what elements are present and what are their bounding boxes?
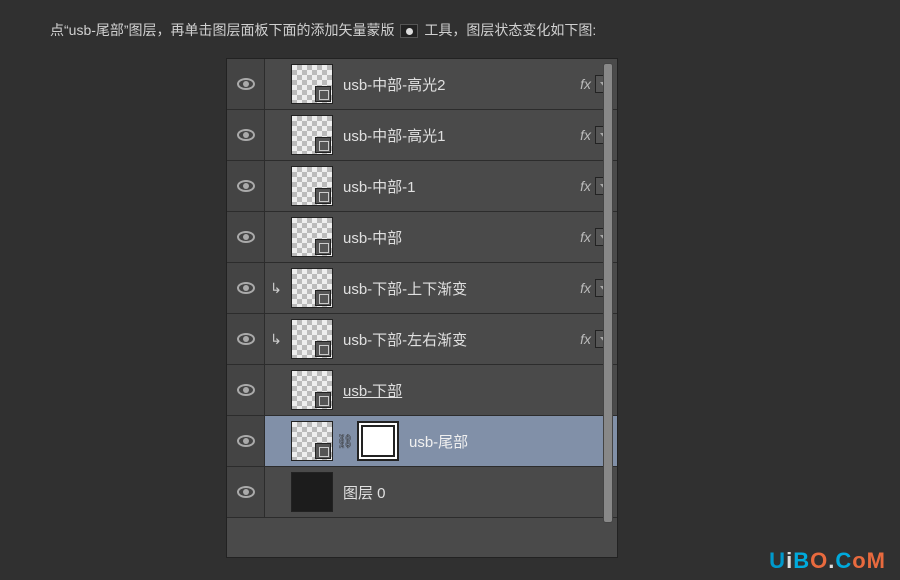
vector-badge-icon (315, 188, 331, 204)
eye-icon (237, 78, 255, 90)
clip-indicator (265, 59, 287, 109)
clip-indicator (265, 416, 287, 466)
instruction-part2: 工具，图层状态变化如下图: (424, 22, 596, 38)
fx-label: fx (580, 229, 595, 245)
layers-panel: usb-中部-高光2fxusb-中部-高光1fxusb-中部-1fxusb-中部… (226, 58, 618, 558)
layer-name-label[interactable]: usb-下部 (333, 380, 617, 401)
eye-icon (237, 180, 255, 192)
layer-thumbnail[interactable] (291, 370, 333, 410)
vector-badge-icon (315, 290, 331, 306)
panel-scrollbar[interactable] (603, 63, 613, 523)
layer-row[interactable]: ↳ usb-下部-左右渐变fx (227, 314, 617, 365)
vector-badge-icon (315, 392, 331, 408)
instruction-part1: 点“usb-尾部”图层，再单击图层面板下面的添加矢量蒙版 (50, 22, 395, 38)
visibility-toggle[interactable] (227, 416, 265, 466)
layer-thumbnail[interactable] (291, 268, 333, 308)
visibility-toggle[interactable] (227, 110, 265, 160)
fx-label: fx (580, 178, 595, 194)
visibility-toggle[interactable] (227, 467, 265, 517)
layer-row[interactable]: ↳ usb-下部-上下渐变fx (227, 263, 617, 314)
layer-row[interactable]: usb-中部-高光2fx (227, 59, 617, 110)
eye-icon (237, 384, 255, 396)
mask-thumbnail[interactable] (357, 421, 399, 461)
layers-list: usb-中部-高光2fxusb-中部-高光1fxusb-中部-1fxusb-中部… (227, 59, 617, 518)
layer-thumbnail[interactable] (291, 115, 333, 155)
vector-badge-icon (315, 341, 331, 357)
layer-row[interactable]: 图层 0 (227, 467, 617, 518)
clip-indicator (265, 161, 287, 211)
visibility-toggle[interactable] (227, 263, 265, 313)
layer-row[interactable]: usb-下部 (227, 365, 617, 416)
layer-thumbnail[interactable] (291, 217, 333, 257)
clip-indicator (265, 110, 287, 160)
fx-label: fx (580, 280, 595, 296)
vector-badge-icon (315, 137, 331, 153)
layer-thumbnail[interactable] (291, 421, 333, 461)
layer-thumbnail[interactable] (291, 319, 333, 359)
layer-name-label[interactable]: usb-下部-左右渐变 (333, 329, 580, 350)
fx-label: fx (580, 331, 595, 347)
layer-row[interactable]: ⛓ usb-尾部 (227, 416, 617, 467)
vector-badge-icon (315, 443, 331, 459)
visibility-toggle[interactable] (227, 212, 265, 262)
clip-indicator (265, 212, 287, 262)
eye-icon (237, 333, 255, 345)
instruction-text: 点“usb-尾部”图层，再单击图层面板下面的添加矢量蒙版 工具，图层状态变化如下… (0, 0, 900, 41)
eye-icon (237, 435, 255, 447)
layer-name-label[interactable]: usb-中部-高光2 (333, 74, 580, 95)
eye-icon (237, 486, 255, 498)
layer-row[interactable]: usb-中部fx (227, 212, 617, 263)
visibility-toggle[interactable] (227, 314, 265, 364)
eye-icon (237, 129, 255, 141)
vector-mask-icon (400, 24, 418, 38)
layer-name-label[interactable]: usb-尾部 (399, 431, 617, 452)
layer-name-label[interactable]: usb-下部-上下渐变 (333, 278, 580, 299)
layer-thumbnail[interactable] (291, 64, 333, 104)
eye-icon (237, 282, 255, 294)
fx-label: fx (580, 76, 595, 92)
watermark: UiBO.CoM (769, 548, 886, 574)
link-icon[interactable]: ⛓ (337, 433, 353, 450)
layer-name-label[interactable]: usb-中部-高光1 (333, 125, 580, 146)
layer-name-label[interactable]: usb-中部 (333, 227, 580, 248)
layer-row[interactable]: usb-中部-高光1fx (227, 110, 617, 161)
layer-name-label[interactable]: usb-中部-1 (333, 176, 580, 197)
visibility-toggle[interactable] (227, 161, 265, 211)
layer-row[interactable]: usb-中部-1fx (227, 161, 617, 212)
clip-indicator: ↳ (265, 314, 287, 364)
visibility-toggle[interactable] (227, 365, 265, 415)
clip-indicator (265, 365, 287, 415)
visibility-toggle[interactable] (227, 59, 265, 109)
vector-badge-icon (315, 239, 331, 255)
clip-indicator: ↳ (265, 263, 287, 313)
layer-name-label[interactable]: 图层 0 (333, 482, 617, 503)
clip-indicator (265, 467, 287, 517)
fx-label: fx (580, 127, 595, 143)
layer-thumbnail[interactable] (291, 472, 333, 512)
layer-thumbnail[interactable] (291, 166, 333, 206)
eye-icon (237, 231, 255, 243)
vector-badge-icon (315, 86, 331, 102)
